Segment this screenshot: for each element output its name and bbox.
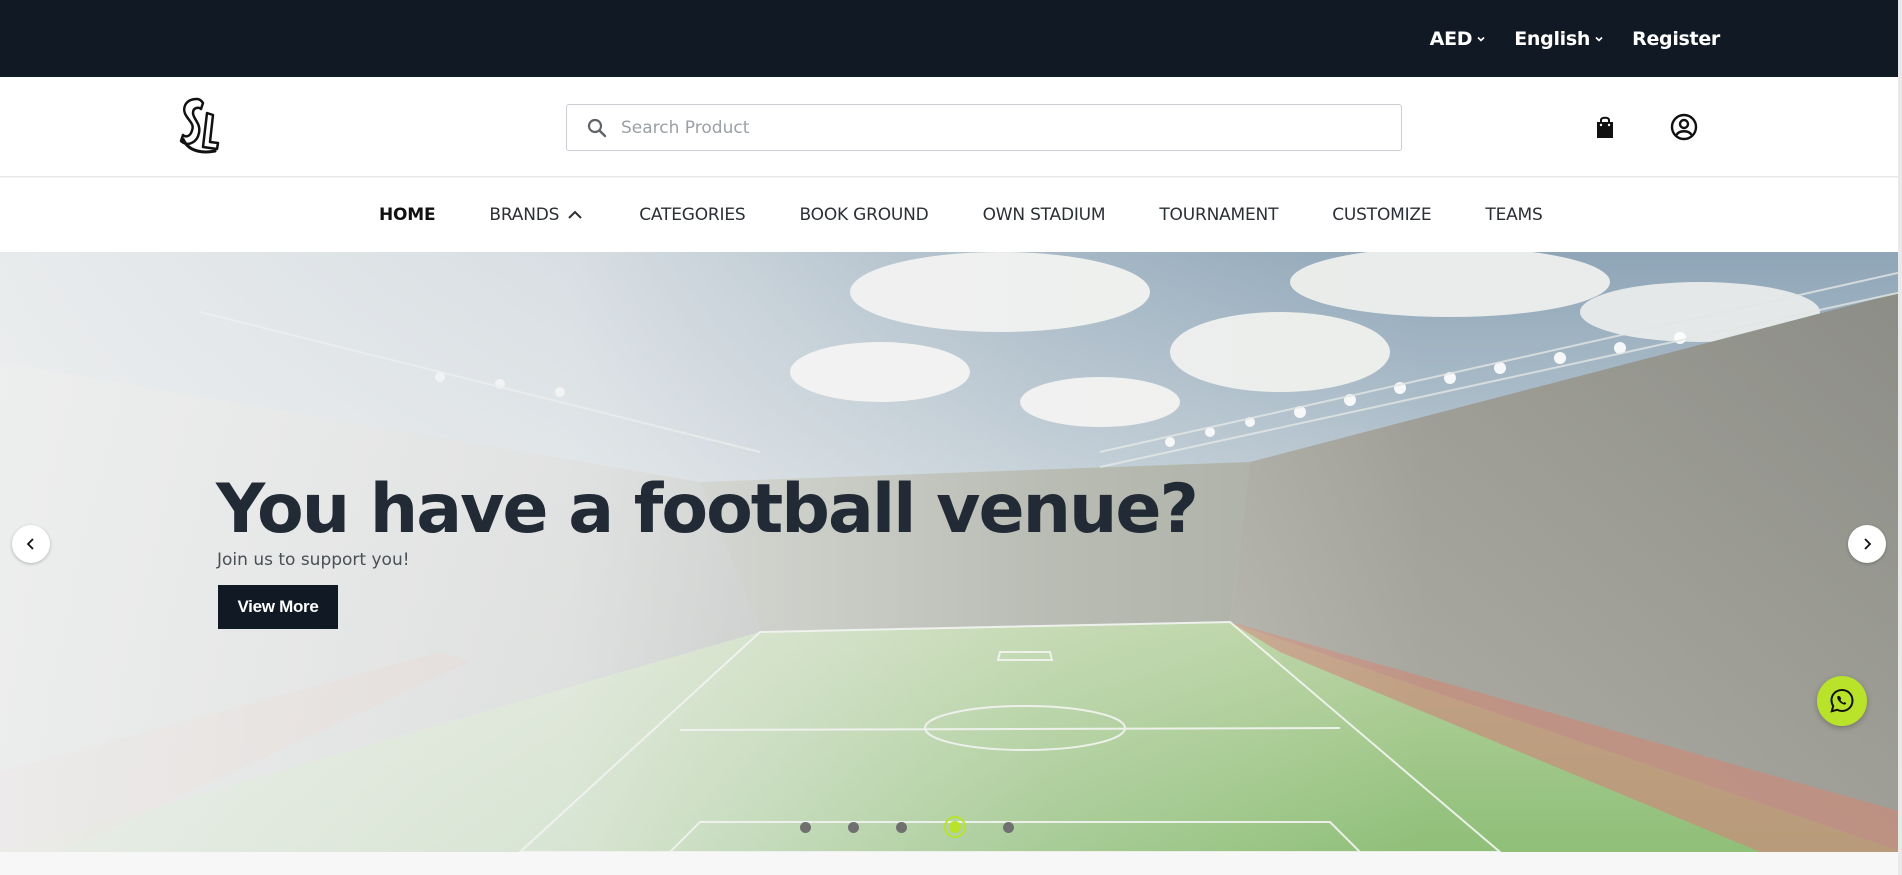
search-icon [587,118,607,137]
carousel-dots [800,816,1014,838]
search-input[interactable] [621,117,1321,138]
nav-item-home[interactable]: HOME [379,205,436,225]
nav-item-label: BRANDS [489,205,560,225]
hero-title: You have a football venue? [216,470,1199,549]
carousel-dot-active[interactable] [944,816,966,838]
top-bar: AED English Register [0,0,1902,77]
logo[interactable] [175,95,223,159]
nav-item-label: TOURNAMENT [1159,205,1279,225]
hero-subtitle: Join us to support you! [217,550,410,570]
header [0,77,1902,177]
carousel-dot[interactable] [848,821,859,833]
carousel-dot[interactable] [1003,821,1014,833]
nav-item-categories[interactable]: CATEGORIES [639,205,745,225]
language-selector[interactable]: English [1514,28,1604,50]
whatsapp-button[interactable] [1817,676,1867,726]
carousel-next-button[interactable] [1848,525,1886,563]
carousel-dot[interactable] [800,821,811,833]
nav-item-teams[interactable]: TEAMS [1485,205,1542,225]
carousel-dot[interactable] [896,821,907,833]
nav-item-label: CATEGORIES [639,205,746,225]
nav-item-label: OWN STADIUM [982,205,1106,225]
nav-item-tournament[interactable]: TOURNAMENT [1159,205,1278,225]
scrollbar[interactable] [1898,0,1902,875]
register-link[interactable]: Register [1632,28,1720,50]
carousel-prev-button[interactable] [12,525,50,563]
main-nav: HOME BRANDS CATEGORIES BOOK GROUND OWN S… [0,178,1902,252]
currency-label: AED [1429,27,1473,50]
search-box[interactable] [566,104,1402,151]
page-bottom-strip [0,852,1902,875]
nav-item-own-stadium[interactable]: OWN STADIUM [983,205,1106,225]
hero-carousel: You have a football venue? Join us to su… [0,252,1902,852]
language-label: English [1514,27,1591,50]
chevron-down-icon [1477,36,1485,42]
chevron-right-icon [1864,538,1872,550]
nav-item-label: HOME [379,205,436,225]
chevron-left-icon [26,538,34,550]
top-bar-actions: AED English Register [1430,0,1721,77]
nav-item-customize[interactable]: CUSTOMIZE [1332,205,1431,225]
whatsapp-icon [1830,688,1854,713]
chevron-up-icon [568,210,582,219]
nav-item-label: CUSTOMIZE [1332,205,1432,225]
currency-selector[interactable]: AED [1430,28,1487,50]
view-more-button[interactable]: View More [218,585,338,629]
user-icon[interactable] [1670,113,1698,141]
bag-icon[interactable] [1591,113,1619,141]
chevron-down-icon [1595,36,1603,42]
nav-item-label: TEAMS [1485,205,1543,225]
nav-item-brands[interactable]: BRANDS [489,205,583,225]
nav-item-book-ground[interactable]: BOOK GROUND [799,205,928,225]
nav-item-label: BOOK GROUND [799,205,929,225]
